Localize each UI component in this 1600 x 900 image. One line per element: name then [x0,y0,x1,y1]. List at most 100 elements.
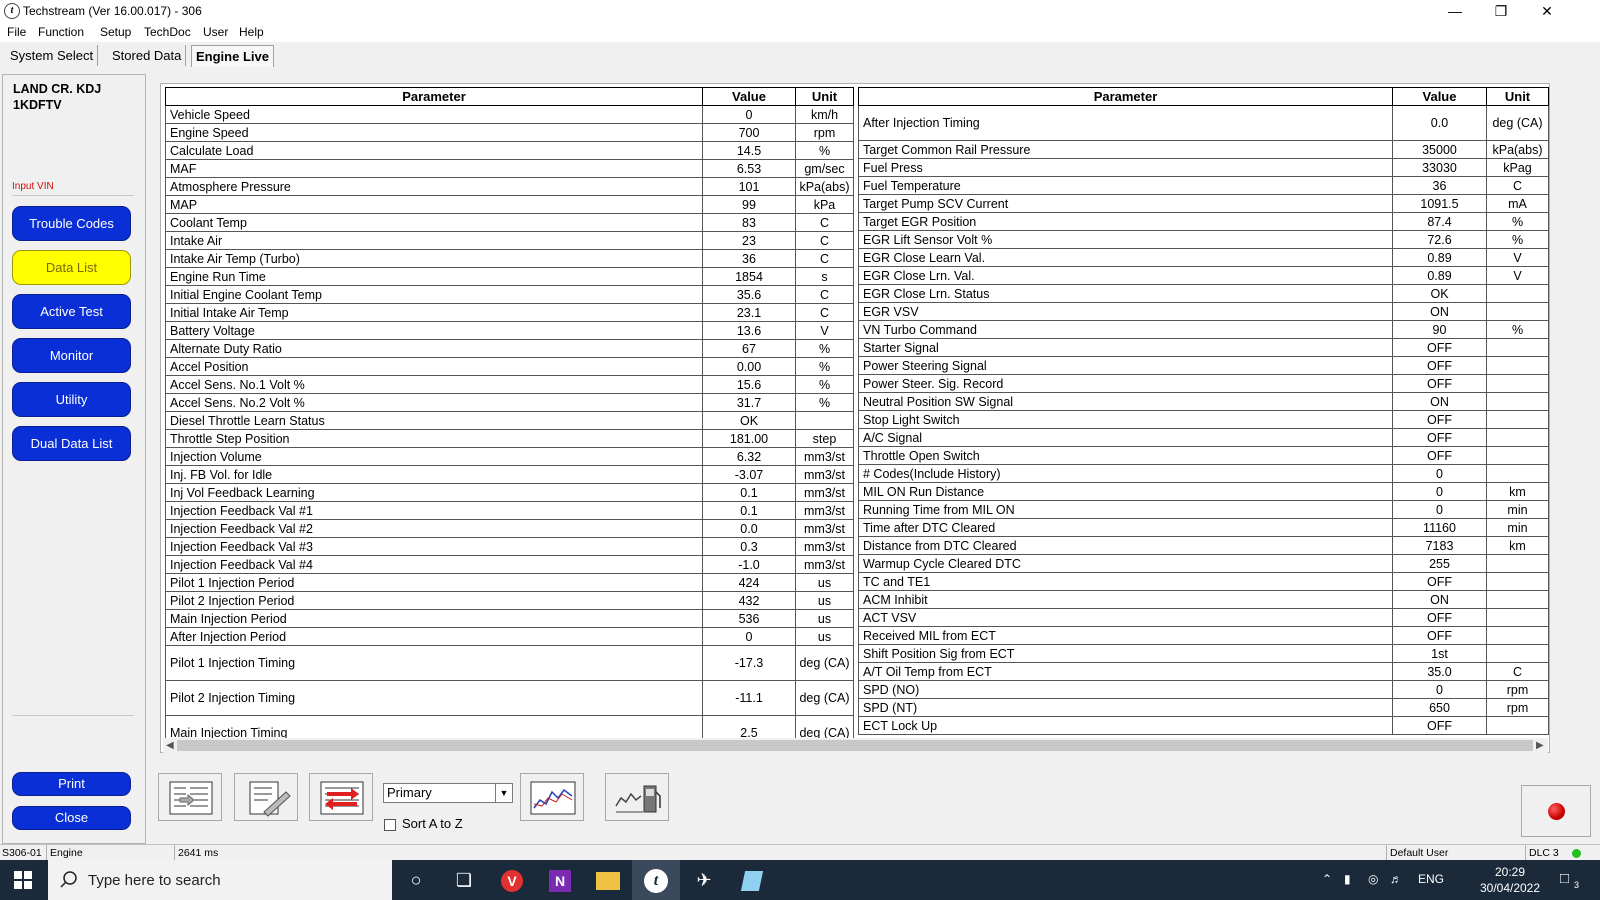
table-row[interactable]: Alternate Duty Ratio 67% [165,339,854,358]
table-row[interactable]: Received MIL from ECT OFF [858,626,1549,645]
table-row[interactable]: VN Turbo Command 90% [858,320,1549,339]
tab-system-select[interactable]: System Select [6,45,99,66]
table-row[interactable]: Pilot 2 Injection Period 432 us [165,591,854,610]
table-row[interactable]: MIL ON Run Distance 0 km [858,482,1549,501]
vivaldi-icon[interactable]: V [488,860,536,900]
dual-data-list-button[interactable]: Dual Data List [12,426,131,461]
techstream-taskbar-icon[interactable]: t [632,860,680,900]
menu-function[interactable]: Function [38,25,84,39]
table-row[interactable]: Initial Intake Air Temp 23.1 C [165,303,854,322]
select-parameters-button[interactable] [158,773,222,821]
table-row[interactable]: EGR Close Lrn. Val. 0.89 V [858,266,1549,285]
table-row[interactable]: Throttle Open Switch OFF [858,446,1549,465]
table-row[interactable]: Pilot 1 Injection Timing -17.3 deg (CA) [165,645,854,681]
table-row[interactable]: Fuel Temperature 36 C [858,176,1549,195]
table-row[interactable]: Warmup Cycle Cleared DTC 255 [858,554,1549,573]
utility-button[interactable]: Utility [12,382,131,417]
chevron-up-icon[interactable]: ⌃ [1322,872,1332,886]
language-indicator[interactable]: ENG [1418,872,1444,886]
menu-user[interactable]: User [203,25,228,39]
table-row[interactable]: Pilot 2 Injection Timing -11.1 deg (CA) [165,680,854,716]
table-row[interactable]: ACM Inhibit ON [858,590,1549,609]
table-row[interactable]: EGR VSV ON [858,302,1549,321]
table-row[interactable]: Inj. FB Vol. for Idle -3.07 mm3/st [165,465,854,484]
table-row[interactable]: A/T Oil Temp from ECT 35.0 C [858,662,1549,681]
table-row[interactable]: Intake Air 23 C [165,231,854,250]
table-row[interactable]: Atmosphere Pressure 101 kPa(abs) [165,177,854,196]
trouble-codes-button[interactable]: Trouble Codes [12,206,131,241]
table-row[interactable]: Fuel Press 33030 kPag [858,158,1549,177]
table-row[interactable]: Injection Feedback Val #1 0.1 mm3/st [165,501,854,520]
file-explorer-icon[interactable] [584,860,632,900]
table-row[interactable]: Battery Voltage 13.6 V [165,321,854,340]
close-window-button[interactable]: ✕ [1524,0,1570,22]
table-row[interactable]: After Injection Timing 0.0 deg (CA) [858,105,1549,141]
taskbar-search[interactable]: Type here to search [48,860,392,900]
table-row[interactable]: Calculate Load 14.5% [165,141,854,160]
sort-label[interactable]: Sort A to Z [402,816,463,831]
column-header-unit[interactable]: Unit [1486,87,1549,106]
table-row[interactable]: After Injection Period 0 us [165,627,854,646]
table-row[interactable]: TC and TE1 OFF [858,572,1549,591]
table-row[interactable]: Coolant Temp 83 C [165,213,854,232]
system-clock[interactable]: 20:29 30/04/2022 [1470,864,1550,896]
table-row[interactable]: Running Time from MIL ON 0 min [858,500,1549,519]
column-header-parameter[interactable]: Parameter [858,87,1393,106]
windows-start-icon[interactable] [14,871,32,889]
table-row[interactable]: EGR Close Lrn. Status OK [858,284,1549,303]
table-row[interactable]: Throttle Step Position 181.00 step [165,429,854,448]
table-row[interactable]: EGR Close Learn Val. 0.89 V [858,248,1549,267]
table-row[interactable]: SPD (NT) 650 rpm [858,698,1549,717]
table-row[interactable]: Injection Feedback Val #4 -1.0 mm3/st [165,555,854,574]
horizontal-scrollbar[interactable]: ◀ ▶ [163,738,1548,753]
table-row[interactable]: Target Pump SCV Current 1091.5 mA [858,194,1549,213]
table-row[interactable]: MAP 99 kPa [165,195,854,214]
table-row[interactable]: Injection Volume 6.32 mm3/st [165,447,854,466]
record-button[interactable] [1521,785,1591,837]
table-row[interactable]: MAF 6.53 gm/sec [165,159,854,178]
menu-techdoc[interactable]: TechDoc [144,25,191,39]
app-icon[interactable]: ✈ [680,860,728,900]
snapshot-button[interactable] [234,773,298,821]
table-row[interactable]: Vehicle Speed 0 km/h [165,105,854,124]
table-row[interactable]: Inj Vol Feedback Learning 0.1 mm3/st [165,483,854,502]
table-row[interactable]: Power Steer. Sig. Record OFF [858,374,1549,393]
table-row[interactable]: ECT Lock Up OFF [858,716,1549,735]
table-row[interactable]: Main Injection Period 536 us [165,609,854,628]
active-test-button[interactable]: Active Test [12,294,131,329]
table-row[interactable]: Injection Feedback Val #2 0.0 mm3/st [165,519,854,538]
table-row[interactable]: Diesel Throttle Learn Status OK [165,411,854,430]
menu-file[interactable]: File [7,25,26,39]
table-row[interactable]: Starter Signal OFF [858,338,1549,357]
menu-help[interactable]: Help [239,25,264,39]
scroll-left-icon[interactable]: ◀ [166,738,174,753]
table-row[interactable]: Accel Position 0.00% [165,357,854,376]
table-row[interactable]: Target EGR Position 87.4% [858,212,1549,231]
table-row[interactable]: Time after DTC Cleared 11160 min [858,518,1549,537]
notifications-icon[interactable]: □ [1560,870,1569,887]
table-row[interactable]: Neutral Position SW Signal ON [858,392,1549,411]
tab-engine-live[interactable]: Engine Live [191,45,274,67]
table-row[interactable]: # Codes(Include History) 0 [858,464,1549,483]
column-header-unit[interactable]: Unit [795,87,854,106]
data-list-button[interactable]: Data List [12,250,131,285]
column-header-parameter[interactable]: Parameter [165,87,703,106]
primary-select[interactable]: Primary ▼ [383,783,513,803]
menu-setup[interactable]: Setup [100,25,131,39]
table-row[interactable]: EGR Lift Sensor Volt % 72.6% [858,230,1549,249]
network-icon[interactable]: ◎ [1368,872,1378,886]
restore-button[interactable]: ❐ [1478,0,1524,22]
chevron-down-icon[interactable]: ▼ [495,784,512,802]
fuel-graph-button[interactable] [605,773,669,821]
graph-button[interactable] [520,773,584,821]
scrollbar-thumb[interactable] [177,740,1533,751]
table-row[interactable]: Shift Position Sig from ECT 1st [858,644,1549,663]
column-header-value[interactable]: Value [1392,87,1487,106]
notes-app-icon[interactable] [728,860,776,900]
tab-stored-data[interactable]: Stored Data [108,45,187,66]
table-row[interactable]: SPD (NO) 0 rpm [858,680,1549,699]
battery-icon[interactable]: ▮ [1344,872,1351,886]
table-row[interactable]: Power Steering Signal OFF [858,356,1549,375]
minimize-button[interactable]: — [1432,0,1478,22]
table-row[interactable]: Stop Light Switch OFF [858,410,1549,429]
